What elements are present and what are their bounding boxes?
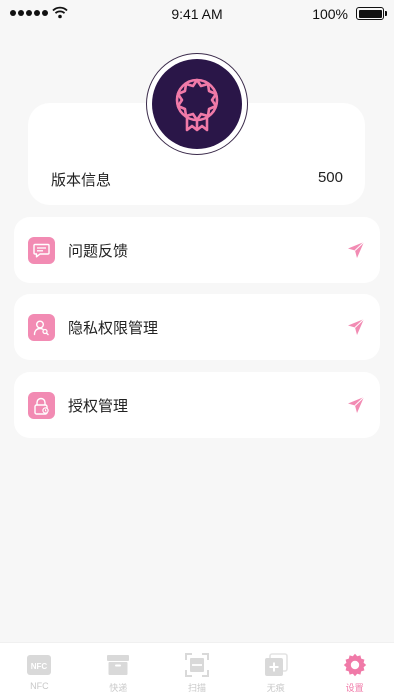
tab-bar: NFC NFC 快递 扫描 无痕 设置 [0,642,394,700]
battery-percent: 100% [312,6,348,22]
send-arrow-icon [348,241,365,258]
nfc-icon: NFC [26,653,52,677]
menu-item-authorization[interactable]: 授权管理 [14,372,380,438]
add-card-icon [263,653,289,677]
user-key-icon [28,314,55,341]
message-icon [28,237,55,264]
box-icon [105,653,131,677]
scan-icon [184,653,210,677]
app-logo [146,53,248,155]
version-label: 版本信息 [51,172,112,189]
tab-express[interactable]: 快递 [79,643,158,700]
lock-icon [28,392,55,419]
version-value: 500 [317,169,343,186]
tab-nfc[interactable]: NFC NFC [0,643,79,700]
tab-label: NFC [30,681,49,691]
menu-item-label: 隐私权限管理 [68,320,159,337]
tab-label: 快递 [109,683,128,693]
send-arrow-icon [348,396,365,413]
menu-item-privacy[interactable]: 隐私权限管理 [14,294,380,360]
tab-scan[interactable]: 扫描 [158,643,237,700]
send-arrow-icon [348,318,365,335]
tab-traceless[interactable]: 无痕 [236,643,315,700]
menu-item-label: 授权管理 [68,398,129,415]
svg-text:NFC: NFC [31,662,48,671]
battery-icon [356,7,387,20]
menu-item-feedback[interactable]: 问题反馈 [14,217,380,283]
tab-label: 设置 [345,683,364,693]
tab-label: 扫描 [187,683,206,693]
menu-item-label: 问题反馈 [68,243,129,260]
status-bar: 9:41 AM 100% [0,0,394,28]
tab-settings[interactable]: 设置 [315,643,394,700]
award-badge-icon [152,59,242,149]
tab-label: 无痕 [266,683,285,693]
gear-icon [342,653,368,677]
